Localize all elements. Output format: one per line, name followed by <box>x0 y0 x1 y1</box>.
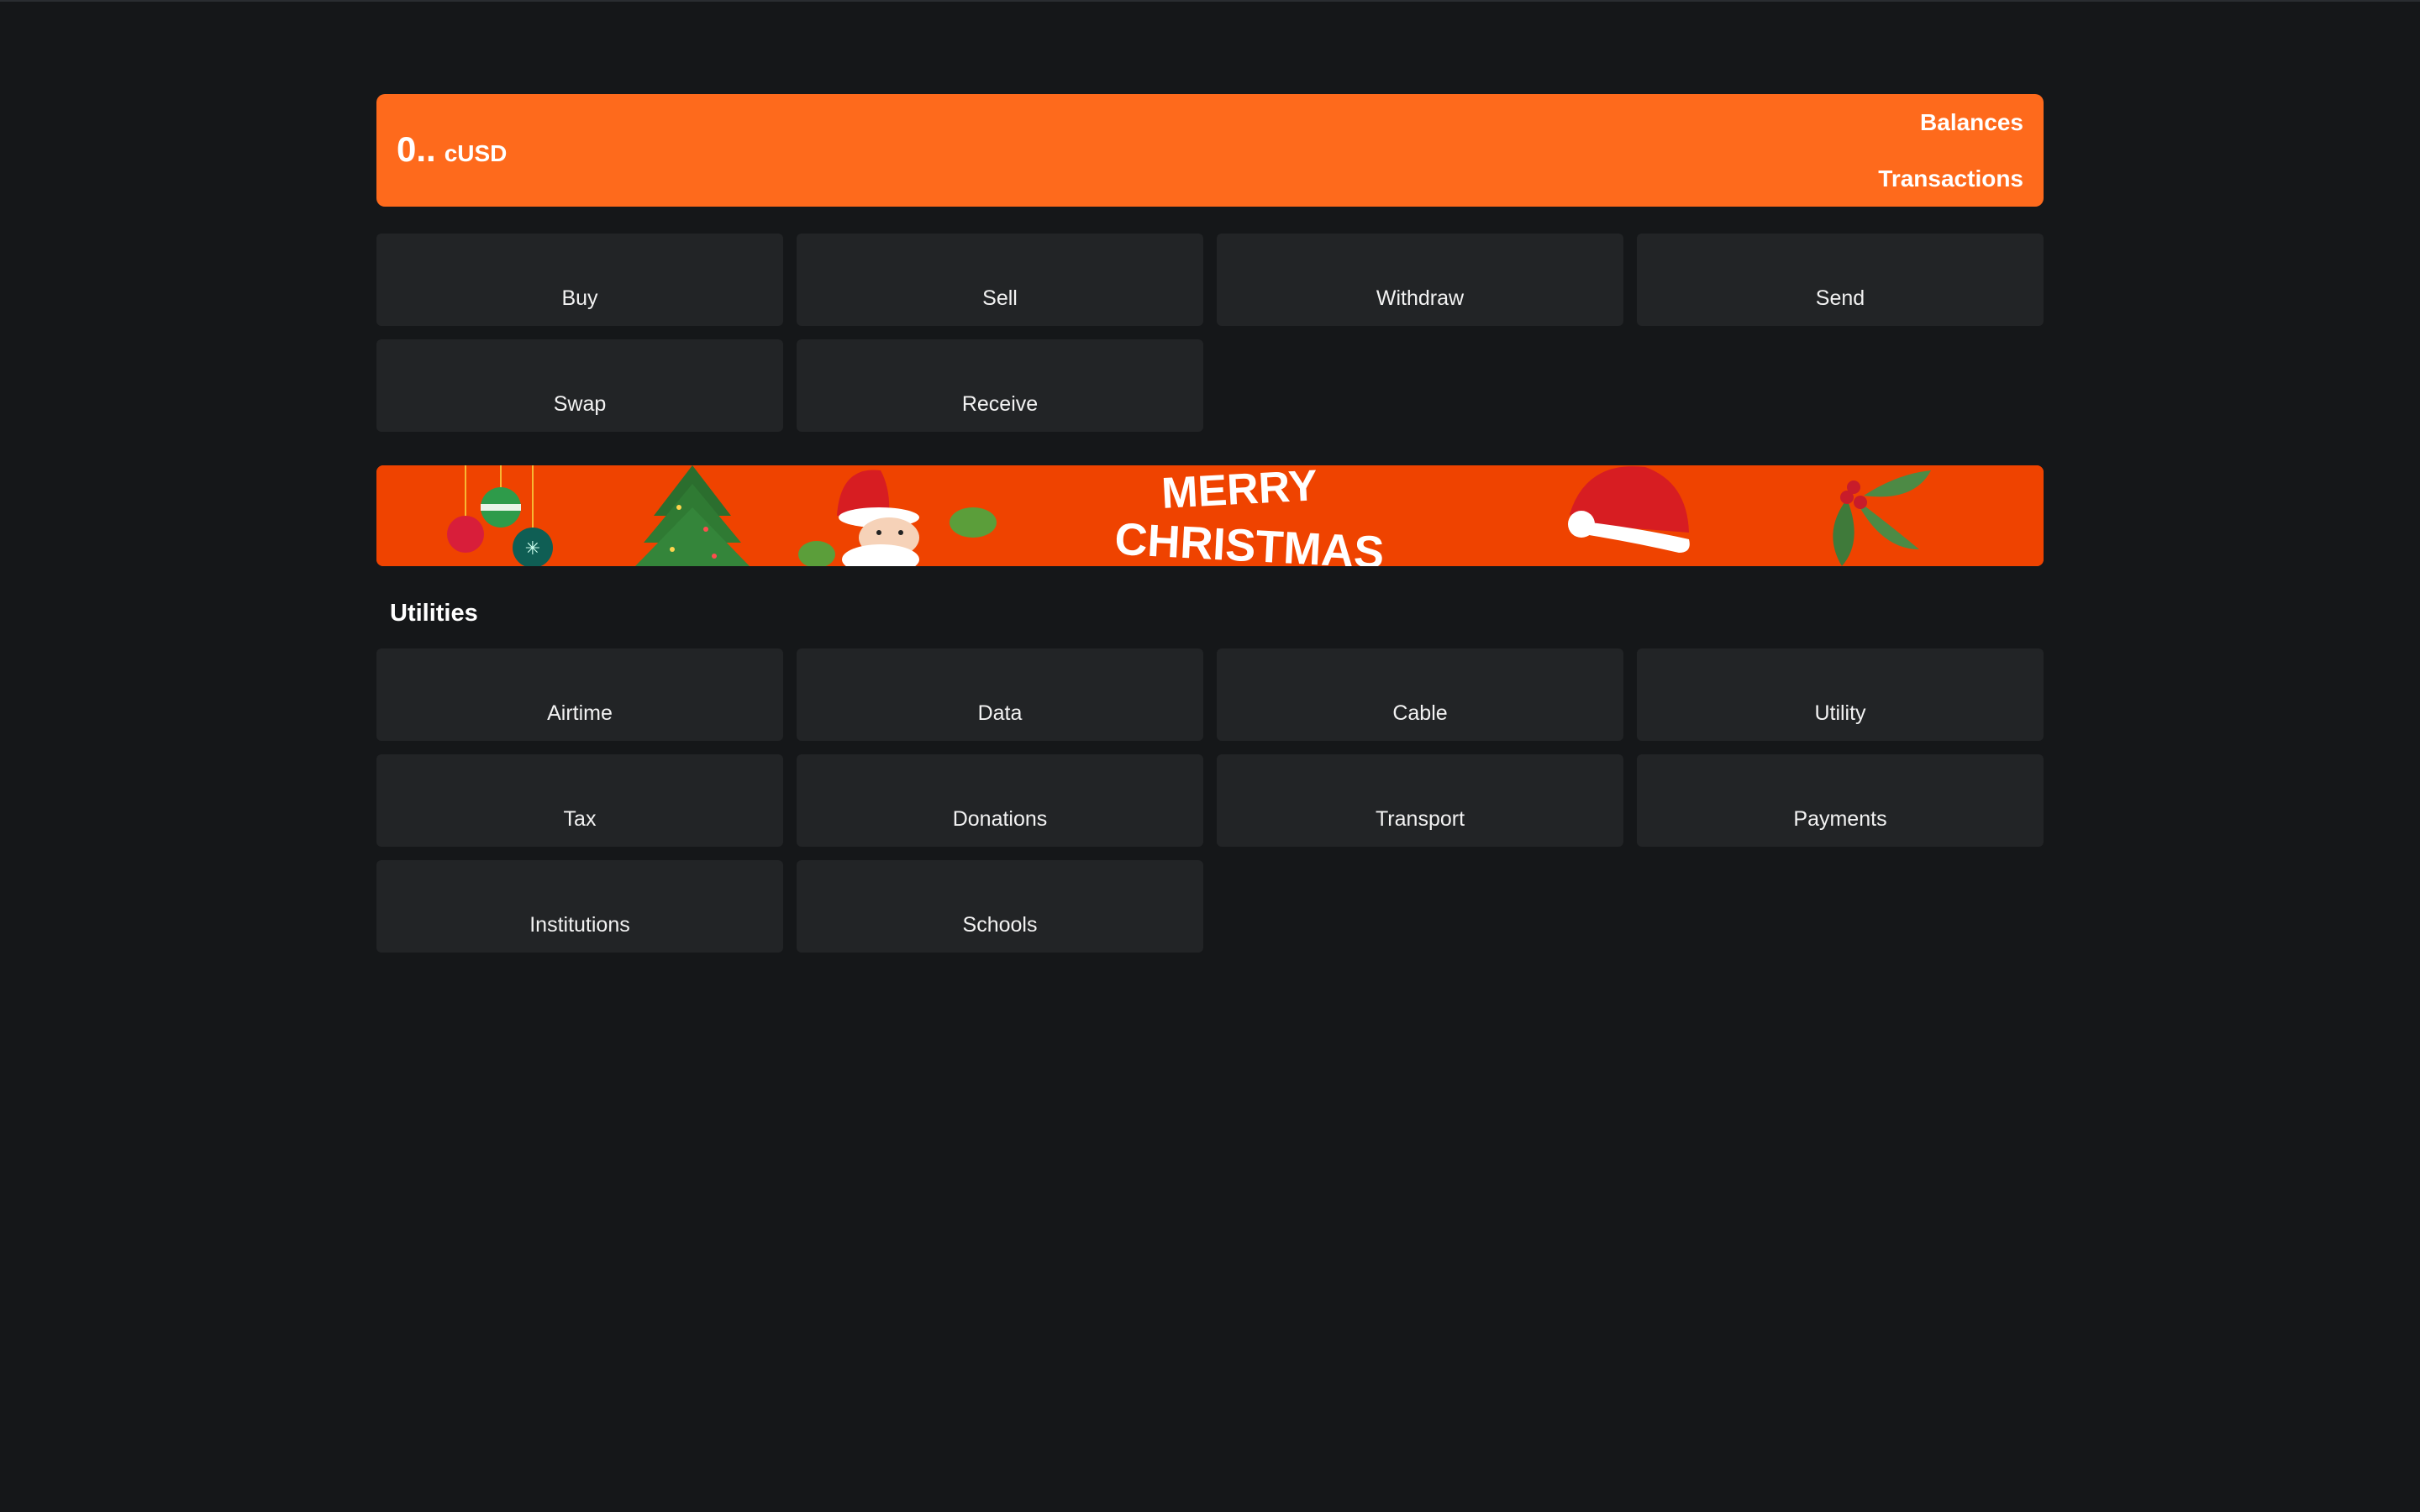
balances-link[interactable]: Balances <box>1920 109 2023 136</box>
swap-button[interactable]: Swap <box>376 339 783 432</box>
main-content: 0.. cUSD Balances Transactions Buy Sell … <box>376 94 2044 953</box>
balance-card: 0.. cUSD Balances Transactions <box>376 94 2044 207</box>
transactions-link[interactable]: Transactions <box>1878 165 2023 192</box>
withdraw-label: Withdraw <box>1376 286 1465 310</box>
cable-button[interactable]: Cable <box>1217 648 1623 741</box>
buy-button[interactable]: Buy <box>376 234 783 326</box>
send-button[interactable]: Send <box>1637 234 2044 326</box>
top-border <box>0 0 2420 2</box>
banner-line1: MERRY <box>1160 465 1319 518</box>
send-label: Send <box>1815 286 1865 310</box>
payments-button[interactable]: Payments <box>1637 754 2044 847</box>
actions-grid: Buy Sell Withdraw Send Swap Receive <box>376 234 2044 432</box>
tax-label: Tax <box>563 807 597 831</box>
donations-label: Donations <box>952 807 1048 831</box>
airtime-label: Airtime <box>547 701 613 725</box>
institutions-label: Institutions <box>529 913 630 937</box>
sell-button[interactable]: Sell <box>797 234 1203 326</box>
christmas-banner[interactable]: ✳ MERRY CHRISTMAS <box>376 465 2044 566</box>
payments-label: Payments <box>1793 807 1887 831</box>
data-button[interactable]: Data <box>797 648 1203 741</box>
christmas-banner-art: ✳ MERRY CHRISTMAS <box>376 465 2044 566</box>
balance-amount: 0.. <box>397 129 436 169</box>
svg-text:✳: ✳ <box>525 538 540 559</box>
utility-button[interactable]: Utility <box>1637 648 2044 741</box>
tax-button[interactable]: Tax <box>376 754 783 847</box>
withdraw-button[interactable]: Withdraw <box>1217 234 1623 326</box>
sell-label: Sell <box>982 286 1018 310</box>
transport-button[interactable]: Transport <box>1217 754 1623 847</box>
receive-button[interactable]: Receive <box>797 339 1203 432</box>
utility-label: Utility <box>1814 701 1866 725</box>
schools-label: Schools <box>962 913 1038 937</box>
swap-label: Swap <box>553 392 607 416</box>
cable-label: Cable <box>1392 701 1448 725</box>
receive-label: Receive <box>961 392 1039 416</box>
data-label: Data <box>977 701 1023 725</box>
buy-label: Buy <box>561 286 598 310</box>
transport-label: Transport <box>1375 807 1465 831</box>
donations-button[interactable]: Donations <box>797 754 1203 847</box>
balance-currency: cUSD <box>444 140 508 166</box>
utilities-grid: Airtime Data Cable Utility Tax Donations… <box>376 648 2044 953</box>
utilities-heading: Utilities <box>390 600 478 627</box>
balance-display: 0.. cUSD <box>397 129 507 170</box>
schools-button[interactable]: Schools <box>797 860 1203 953</box>
airtime-button[interactable]: Airtime <box>376 648 783 741</box>
institutions-button[interactable]: Institutions <box>376 860 783 953</box>
